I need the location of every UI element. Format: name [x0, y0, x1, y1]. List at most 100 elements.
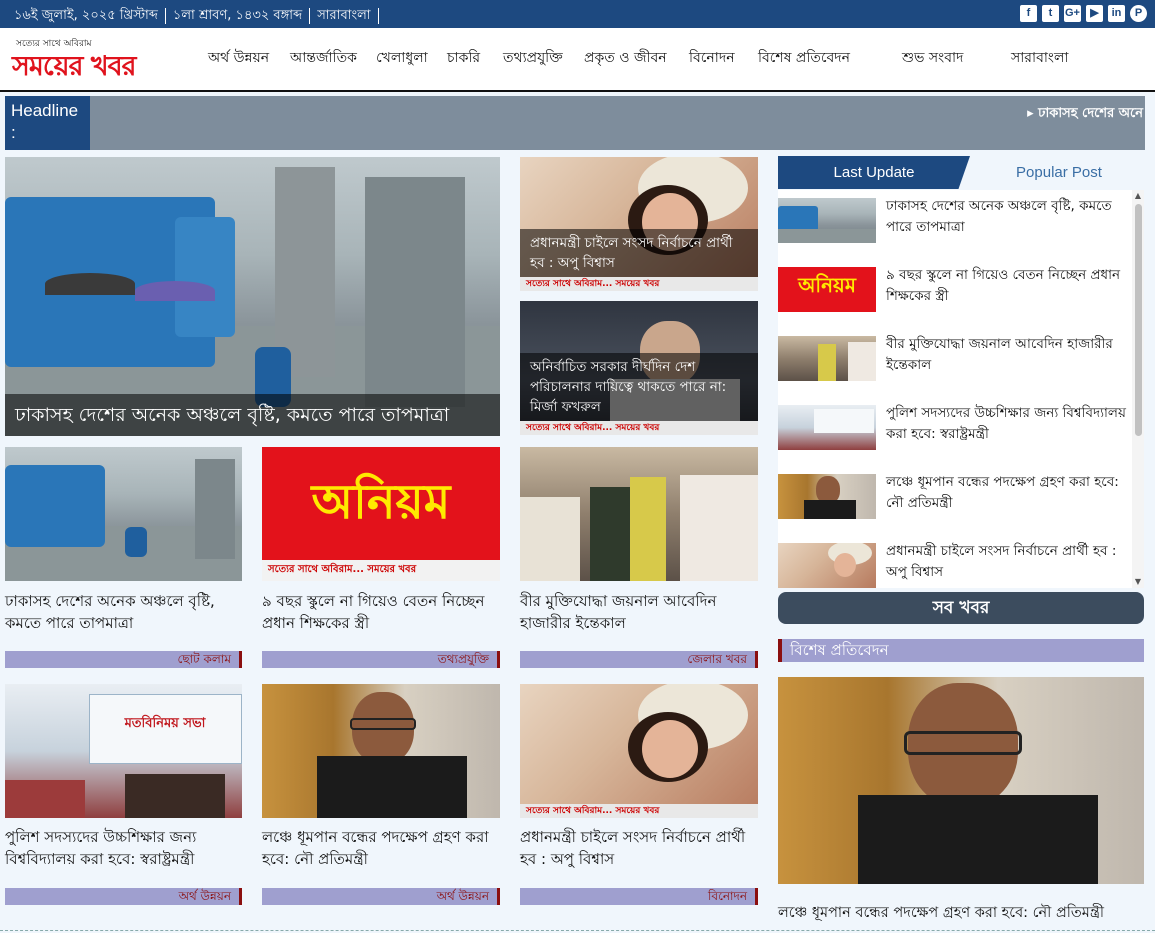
card-title-2[interactable]: ৯ বছর স্কুলে না গিয়েও বেতন নিচ্ছেন প্রধ… [262, 590, 500, 634]
card-image-6[interactable]: সত্যের সাথে অবিরাম... সময়ের খবর [520, 684, 758, 818]
featured-side-title-2: অনির্বাচিত সরকার দীর্ঘদিন দেশ পরিচালনার … [520, 353, 758, 421]
facebook-icon[interactable]: f [1020, 5, 1037, 22]
bangla-date: ১লা শ্রাবণ, ১৪৩২ বঙ্গাব্দ [172, 8, 303, 23]
featured-side-story-1[interactable]: প্রধানমন্ত্রী চাইলে সংসদ নির্বাচনে প্রার… [520, 157, 758, 291]
region-link[interactable]: সারাবাংলা [317, 8, 370, 23]
all-news-button[interactable]: সব খবর [778, 592, 1144, 624]
special-report-heading[interactable]: বিশেষ প্রতিবেদন [778, 639, 1144, 662]
tab-popular-post[interactable]: Popular Post [974, 156, 1144, 189]
scroll-down-icon[interactable]: ▼ [1132, 576, 1144, 588]
nav-item-good-news[interactable]: শুভ সংবাদ [902, 46, 963, 70]
card-title-1[interactable]: ঢাকাসহ দেশের অনেক অঞ্চলে বৃষ্টি, কমতে পা… [5, 590, 242, 634]
brand-strip: সত্যের সাথে অবিরাম... সময়ের খবর [520, 804, 758, 818]
brand-strip: সত্যের সাথে অবিরাম... সময়ের খবর [520, 421, 758, 435]
headline-label: Headline : [5, 96, 90, 150]
minister-image [262, 684, 500, 818]
last-update-list[interactable]: ঢাকাসহ দেশের অনেক অঞ্চলে বৃষ্টি, কমতে পা… [778, 190, 1144, 588]
page-divider [0, 930, 1155, 931]
brand-strip: সত্যের সাথে অবিরাম... সময়ের খবর [520, 277, 758, 291]
list-scrollbar[interactable]: ▲ ▼ [1132, 190, 1144, 588]
meeting-banner-text: মতবিনিময় সভা [124, 716, 206, 731]
list-item-title: বীর মুক্তিযোদ্ধা জয়নাল আবেদিন হাজারীর ই… [886, 336, 1113, 373]
google-plus-icon[interactable]: G+ [1064, 5, 1081, 22]
nav-item-special-report[interactable]: বিশেষ প্রতিবেদন [758, 46, 850, 70]
card-category-1[interactable]: ছোট কলাম [5, 651, 242, 668]
minister-image [778, 677, 1144, 884]
nav-item-economy[interactable]: অর্থ উন্নয়ন [208, 46, 269, 70]
featured-side-story-2[interactable]: অনির্বাচিত সরকার দীর্ঘদিন দেশ পরিচালনার … [520, 301, 758, 435]
condolence-image [520, 447, 758, 581]
list-item[interactable]: ঢাকাসহ দেশের অনেক অঞ্চলে বৃষ্টি, কমতে পা… [778, 190, 1130, 250]
scrollbar-thumb[interactable] [1135, 204, 1142, 436]
youtube-icon[interactable]: ▶ [1086, 5, 1103, 22]
card-image-2[interactable]: অনিয়ম সত্যের সাথে অবিরাম... সময়ের খবর [262, 447, 500, 581]
rain-street-thumbnail [778, 198, 876, 243]
card-image-5[interactable] [262, 684, 500, 818]
special-report-image[interactable] [778, 677, 1144, 884]
rain-street-image [5, 447, 242, 581]
card-title-6[interactable]: প্রধানমন্ত্রী চাইলে সংসদ নির্বাচনে প্রার… [520, 826, 758, 870]
card-image-1[interactable] [5, 447, 242, 581]
list-item-title: ৯ বছর স্কুলে না গিয়েও বেতন নিচ্ছেন প্রধ… [886, 267, 1121, 304]
site-logo[interactable]: সত্যের সাথে অবিরাম সময়ের খবর [12, 36, 177, 82]
card-category-2[interactable]: তথ্যপ্রযুক্তি [262, 651, 500, 668]
list-item-title: পুলিশ সদস্যদের উচ্চশিক্ষার জন্য বিশ্ববিদ… [886, 405, 1126, 442]
english-date: ১৬ই জুলাই, ২০২৫ খ্রিস্টাব্দ [14, 8, 158, 23]
card-category-4[interactable]: অর্থ উন্নয়ন [5, 888, 242, 905]
featured-main-title: ঢাকাসহ দেশের অনেক অঞ্চলে বৃষ্টি, কমতে পা… [5, 394, 500, 436]
card-category-6[interactable]: বিনোদন [520, 888, 758, 905]
tab-last-update[interactable]: Last Update [778, 156, 970, 189]
featured-main-story[interactable]: ঢাকাসহ দেশের অনেক অঞ্চলে বৃষ্টি, কমতে পা… [5, 157, 500, 436]
logo-name: সময়ের খবর [12, 51, 136, 82]
condolence-thumbnail [778, 336, 876, 381]
list-item[interactable]: পুলিশ সদস্যদের উচ্চশিক্ষার জন্য বিশ্ববিদ… [778, 397, 1130, 457]
card-title-3[interactable]: বীর মুক্তিযোদ্ধা জয়নাল আবেদিন হাজারীর ই… [520, 590, 758, 634]
headline-ticker[interactable]: ▸ ঢাকাসহ দেশের অনে [1027, 104, 1143, 125]
meeting-thumbnail [778, 405, 876, 450]
irregularity-thumbnail: অনিয়ম [778, 267, 876, 312]
nav-item-nature-life[interactable]: প্রকৃত ও জীবন [584, 46, 667, 70]
twitter-icon[interactable]: t [1042, 5, 1059, 22]
sidebar-tabs: Last Update Popular Post [778, 156, 1144, 189]
headline-bar: Headline : ▸ ঢাকাসহ দেশের অনে [5, 96, 1145, 150]
list-item[interactable]: লঞ্চে ধূমপান বন্ধের পদক্ষেপ গ্রহণ করা হব… [778, 466, 1130, 526]
irregularity-text: অনিয়ম [311, 474, 451, 530]
list-item-title: প্রধানমন্ত্রী চাইলে সংসদ নির্বাচনে প্রার… [886, 543, 1117, 580]
ticker-arrow-icon: ▸ [1027, 106, 1039, 121]
nav-item-sports[interactable]: খেলাধুলা [376, 46, 428, 70]
special-report-title[interactable]: লঞ্চে ধূমপান বন্ধের পদক্ষেপ গ্রহণ করা হব… [778, 902, 1144, 924]
card-title-4[interactable]: পুলিশ সদস্যদের উচ্চশিক্ষার জন্য বিশ্ববিদ… [5, 826, 242, 870]
featured-side-title-1: প্রধানমন্ত্রী চাইলে সংসদ নির্বাচনে প্রার… [520, 229, 758, 277]
card-title-5[interactable]: লঞ্চে ধূমপান বন্ধের পদক্ষেপ গ্রহণ করা হব… [262, 826, 500, 870]
site-header: সত্যের সাথে অবিরাম সময়ের খবর অর্থ উন্নয… [0, 28, 1155, 92]
list-item-title: লঞ্চে ধূমপান বন্ধের পদক্ষেপ গ্রহণ করা হব… [886, 474, 1119, 511]
card-image-3[interactable] [520, 447, 758, 581]
linkedin-icon[interactable]: in [1108, 5, 1125, 22]
meeting-image: মতবিনিময় সভা [5, 684, 242, 818]
date-line: ১৬ই জুলাই, ২০২৫ খ্রিস্টাব্দ ১লা শ্রাবণ, ১… [14, 6, 386, 27]
card-category-3[interactable]: জেলার খবর [520, 651, 758, 668]
list-item[interactable]: প্রধানমন্ত্রী চাইলে সংসদ নির্বাচনে প্রার… [778, 535, 1130, 588]
card-category-5[interactable]: অর্থ উন্নয়ন [262, 888, 500, 905]
actress-image [520, 684, 758, 818]
list-item[interactable]: বীর মুক্তিযোদ্ধা জয়নাল আবেদিন হাজারীর ই… [778, 328, 1130, 388]
scroll-up-icon[interactable]: ▲ [1132, 190, 1144, 202]
social-links: f t G+ ▶ in P [1020, 5, 1147, 22]
actress-thumbnail [778, 543, 876, 588]
top-bar: ১৬ই জুলাই, ২০২৫ খ্রিস্টাব্দ ১লা শ্রাবণ, ১… [0, 0, 1155, 28]
nav-item-saarabangla[interactable]: সারাবাংলা [1011, 46, 1068, 70]
minister-thumbnail [778, 474, 876, 519]
brand-strip: সত্যের সাথে অবিরাম... সময়ের খবর [262, 560, 500, 581]
nav-item-tech[interactable]: তথ্যপ্রযুক্তি [503, 46, 563, 70]
list-item[interactable]: অনিয়ম ৯ বছর স্কুলে না গিয়েও বেতন নিচ্ছ… [778, 259, 1130, 319]
nav-item-entertainment[interactable]: বিনোদন [689, 46, 735, 70]
list-item-title: ঢাকাসহ দেশের অনেক অঞ্চলে বৃষ্টি, কমতে পা… [886, 198, 1112, 235]
ticker-text: ঢাকাসহ দেশের অনে [1038, 106, 1143, 121]
irregularity-thumbnail-text: অনিয়ম [798, 273, 856, 297]
nav-item-jobs[interactable]: চাকরি [447, 46, 480, 70]
pinterest-icon[interactable]: P [1130, 5, 1147, 22]
card-image-4[interactable]: মতবিনিময় সভা [5, 684, 242, 818]
logo-tagline: সত্যের সাথে অবিরাম [16, 39, 92, 49]
irregularity-graphic: অনিয়ম সত্যের সাথে অবিরাম... সময়ের খবর [262, 447, 500, 581]
nav-item-international[interactable]: আন্তর্জাতিক [290, 46, 357, 70]
